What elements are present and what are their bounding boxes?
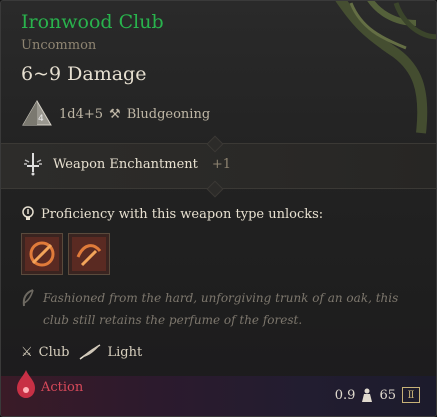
weight-class-label: Light <box>107 344 143 360</box>
damage-range: 6~9 Damage <box>21 63 147 85</box>
weapon-enchantment[interactable]: Weapon Enchantment +1 <box>21 152 231 176</box>
damage-dice: 1d4+5 <box>59 106 104 122</box>
enchantment-label: Weapon Enchantment <box>53 156 198 172</box>
smash-action-icon <box>72 237 106 271</box>
crossed-weapons-icon: ⚔ <box>21 344 33 360</box>
item-name: Ironwood Club <box>21 11 164 33</box>
flavor-text-row: Fashioned from the hard, unforgiving tru… <box>21 287 411 331</box>
item-rarity: Uncommon <box>21 38 97 53</box>
weight-value-row: 0.9 65 Ⅱ <box>335 387 420 403</box>
weight-class[interactable]: Light <box>79 344 142 360</box>
action-drop-icon <box>17 370 35 398</box>
enchant-sword-icon <box>24 153 42 176</box>
proficiency-action-slot[interactable] <box>21 233 63 275</box>
d4-die-icon: 4 <box>22 100 52 126</box>
weapon-type[interactable]: ⚔ Club <box>21 345 69 360</box>
weight-icon <box>362 388 373 402</box>
damage-type: Bludgeoning <box>126 106 211 122</box>
proficiency-actions <box>21 233 110 275</box>
action-label: Action <box>41 380 84 395</box>
gold-coin-icon: Ⅱ <box>402 387 420 403</box>
bash-action-icon <box>25 237 59 271</box>
item-tooltip: Ironwood Club Uncommon 6~9 Damage 4 1d4+… <box>0 0 437 417</box>
proficiency-row: Proficiency with this weapon type unlock… <box>21 206 323 222</box>
lightbulb-icon <box>22 206 34 220</box>
svg-text:4: 4 <box>38 114 44 124</box>
item-weight: 0.9 <box>334 387 356 403</box>
damage-dice-row: 4 1d4+5 ⚒ Bludgeoning <box>21 99 210 129</box>
item-value: 65 <box>379 387 396 403</box>
weapon-type-label: Club <box>38 344 70 360</box>
enchantment-value: +1 <box>211 156 232 172</box>
item-artwork <box>335 1 436 134</box>
flavor-text: Fashioned from the hard, unforgiving tru… <box>43 291 399 327</box>
quill-icon <box>21 289 35 331</box>
item-properties: ⚔ Club Light <box>21 344 142 360</box>
proficiency-text: Proficiency with this weapon type unlock… <box>41 206 324 222</box>
feather-icon <box>80 344 101 360</box>
action-cost: Action <box>15 369 83 399</box>
proficiency-action-slot[interactable] <box>68 233 110 275</box>
hammer-icon: ⚒ <box>109 106 121 122</box>
